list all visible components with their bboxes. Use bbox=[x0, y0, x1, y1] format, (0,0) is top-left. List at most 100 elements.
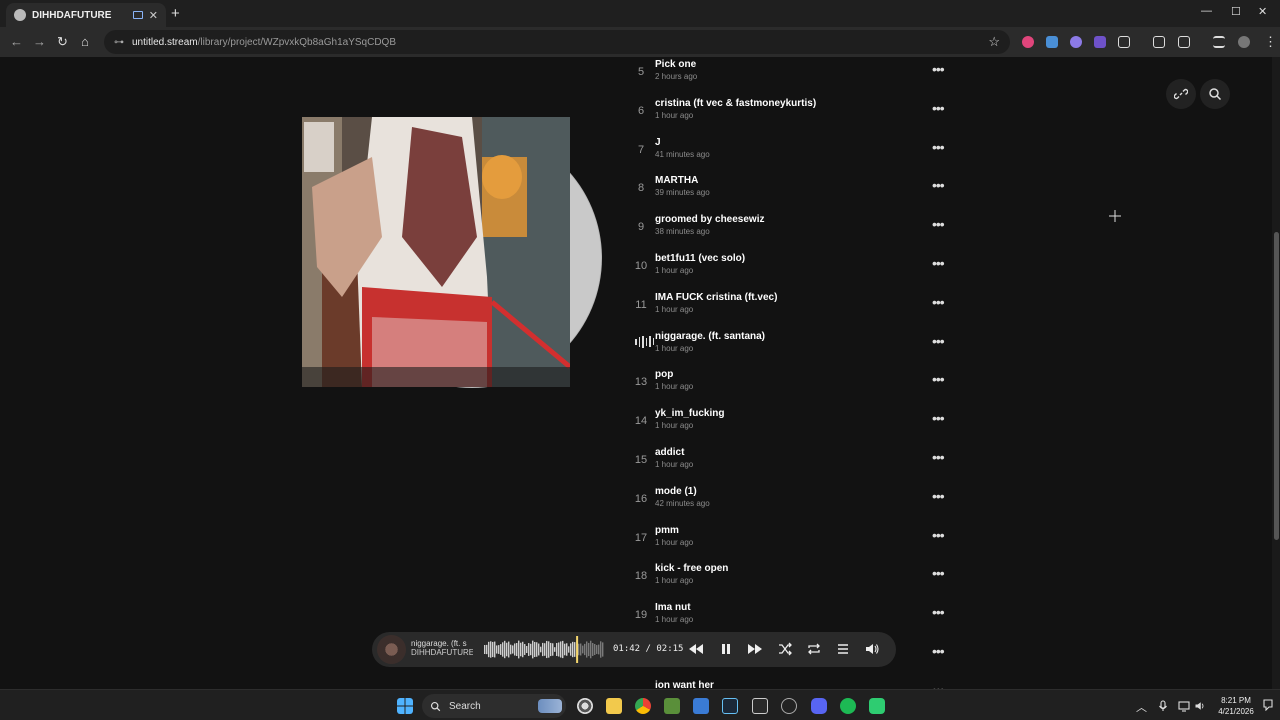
track-more-options-icon[interactable]: ••• bbox=[932, 488, 945, 504]
track-more-options-icon[interactable]: ••• bbox=[932, 100, 945, 116]
track-more-options-icon[interactable]: ••• bbox=[932, 61, 945, 77]
track-title[interactable]: kick - free open bbox=[655, 563, 728, 574]
chrome-icon[interactable] bbox=[635, 698, 651, 714]
site-info-icon[interactable]: ⊶ bbox=[114, 37, 124, 48]
queue-button[interactable] bbox=[835, 641, 851, 657]
forward-icon[interactable]: → bbox=[33, 34, 46, 49]
epic-games-icon[interactable] bbox=[752, 698, 768, 714]
volume-button[interactable] bbox=[864, 641, 880, 657]
track-row[interactable]: 16 mode (1) 42 minutes ago ••• bbox=[630, 485, 950, 523]
track-more-options-icon[interactable]: ••• bbox=[932, 255, 945, 271]
track-title[interactable]: groomed by cheesewiz bbox=[655, 214, 764, 225]
track-title[interactable]: bet1fu11 (vec solo) bbox=[655, 253, 745, 264]
track-more-options-icon[interactable]: ••• bbox=[932, 643, 945, 659]
fast-forward-button[interactable] bbox=[747, 641, 763, 657]
track-row[interactable]: 11 IMA FUCK cristina (ft.vec) 1 hour ago ••… bbox=[630, 291, 950, 329]
search-button[interactable] bbox=[1200, 79, 1230, 109]
track-more-options-icon[interactable]: ••• bbox=[932, 565, 945, 581]
track-row[interactable]: 13 pop 1 hour ago ••• bbox=[630, 368, 950, 406]
address-bar[interactable]: ⊶ untitled.stream/library/project/WZpvxk… bbox=[104, 30, 1010, 54]
profile-avatar-icon[interactable] bbox=[1238, 36, 1250, 48]
track-title[interactable]: Ima nut bbox=[655, 602, 691, 613]
repeat-button[interactable] bbox=[806, 641, 822, 657]
track-row[interactable]: 15 addict 1 hour ago ••• bbox=[630, 446, 950, 484]
menu-kebab-icon[interactable]: ⋮ bbox=[1264, 34, 1277, 50]
track-row[interactable]: 8 MARTHA 39 minutes ago ••• bbox=[630, 174, 950, 212]
track-row[interactable]: 5 Pick one 2 hours ago ••• bbox=[630, 58, 950, 96]
extension-3-icon[interactable] bbox=[1070, 36, 1082, 48]
notifications-icon[interactable] bbox=[1262, 699, 1274, 711]
track-title[interactable]: yk_im_fucking bbox=[655, 408, 724, 419]
track-more-options-icon[interactable]: ••• bbox=[932, 333, 945, 349]
track-more-options-icon[interactable]: ••• bbox=[932, 294, 945, 310]
tab-search-icon[interactable] bbox=[1153, 36, 1165, 48]
track-title[interactable]: J bbox=[655, 137, 661, 148]
discord-icon[interactable] bbox=[811, 698, 827, 714]
track-more-options-icon[interactable]: ••• bbox=[932, 216, 945, 232]
new-tab-button[interactable]: + bbox=[171, 5, 180, 22]
pause-button[interactable] bbox=[718, 641, 734, 657]
extension-2-icon[interactable] bbox=[1046, 36, 1058, 48]
close-window-button[interactable]: ✕ bbox=[1258, 5, 1267, 18]
spotify-icon[interactable] bbox=[840, 698, 856, 714]
player-artist[interactable]: DIHHDAFUTURE bbox=[411, 648, 473, 657]
track-title[interactable]: addict bbox=[655, 447, 684, 458]
tab-close-icon[interactable]: ✕ bbox=[149, 9, 158, 22]
track-row[interactable]: 6 cristina (ft vec & fastmoneykurtis) 1 ho… bbox=[630, 97, 950, 135]
microphone-icon[interactable] bbox=[1157, 700, 1169, 712]
track-more-options-icon[interactable]: ••• bbox=[932, 604, 945, 620]
track-more-options-icon[interactable]: ••• bbox=[932, 139, 945, 155]
track-title[interactable]: mode (1) bbox=[655, 486, 697, 497]
track-row[interactable]: 7 J 41 minutes ago ••• bbox=[630, 136, 950, 174]
track-title[interactable]: niggarage. (ft. santana) bbox=[655, 331, 765, 342]
track-more-options-icon[interactable]: ••• bbox=[932, 449, 945, 465]
minimize-button[interactable]: — bbox=[1201, 5, 1212, 17]
track-title[interactable]: pop bbox=[655, 369, 673, 380]
track-more-options-icon[interactable]: ••• bbox=[932, 371, 945, 387]
logitech-icon[interactable] bbox=[781, 698, 797, 714]
scrollbar-thumb[interactable] bbox=[1274, 232, 1279, 540]
track-title[interactable]: MARTHA bbox=[655, 175, 698, 186]
app-green-icon[interactable] bbox=[869, 698, 885, 714]
track-row[interactable]: 10 bet1fu11 (vec solo) 1 hour ago ••• bbox=[630, 252, 950, 290]
copy-link-button[interactable] bbox=[1166, 79, 1196, 109]
track-title[interactable]: IMA FUCK cristina (ft.vec) bbox=[655, 292, 777, 303]
player-track-title[interactable]: niggarage. (ft. s bbox=[411, 639, 473, 648]
track-title[interactable]: cristina (ft vec & fastmoneykurtis) bbox=[655, 98, 816, 109]
rewind-button[interactable] bbox=[688, 641, 704, 657]
track-row[interactable]: niggarage. (ft. santana) 1 hour ago ••• bbox=[630, 330, 950, 368]
track-title[interactable]: pmm bbox=[655, 525, 679, 536]
browser-tab[interactable]: DIHHDAFUTURE ✕ bbox=[6, 3, 166, 27]
track-row[interactable]: 14 yk_im_fucking 1 hour ago ••• bbox=[630, 407, 950, 445]
waveform-seekbar[interactable] bbox=[484, 636, 606, 663]
reading-mode-icon[interactable] bbox=[1178, 36, 1190, 48]
reload-icon[interactable]: ↻ bbox=[57, 34, 68, 50]
photos-icon[interactable] bbox=[693, 698, 709, 714]
media-controls-icon[interactable] bbox=[1213, 36, 1225, 48]
track-more-options-icon[interactable]: ••• bbox=[932, 177, 945, 193]
twitch-extension-icon[interactable] bbox=[1094, 36, 1106, 48]
extensions-puzzle-icon[interactable] bbox=[1118, 36, 1130, 48]
taskbar-search[interactable]: Search bbox=[422, 694, 566, 718]
track-row[interactable]: 18 kick - free open 1 hour ago ••• bbox=[630, 562, 950, 600]
track-title[interactable]: Pick one bbox=[655, 59, 696, 70]
shuffle-button[interactable] bbox=[777, 641, 793, 657]
track-row[interactable]: 9 groomed by cheesewiz 38 minutes ago ••• bbox=[630, 213, 950, 251]
track-more-options-icon[interactable]: ••• bbox=[932, 527, 945, 543]
playhead-marker[interactable] bbox=[576, 636, 579, 663]
home-icon[interactable]: ⌂ bbox=[81, 34, 89, 49]
steam-icon[interactable] bbox=[722, 698, 738, 714]
player-artwork[interactable] bbox=[377, 635, 406, 664]
maximize-button[interactable]: ☐ bbox=[1231, 5, 1241, 18]
track-row[interactable]: 17 pmm 1 hour ago ••• bbox=[630, 524, 950, 562]
tab-media-icon[interactable] bbox=[132, 11, 143, 19]
system-clock[interactable]: 8:21 PM 4/21/2026 bbox=[1214, 695, 1258, 717]
tray-overflow-icon[interactable]: ︿ bbox=[1136, 699, 1147, 715]
speaker-icon[interactable] bbox=[1194, 700, 1206, 712]
bookmark-star-icon[interactable]: ☆ bbox=[988, 34, 1000, 50]
network-icon[interactable] bbox=[1178, 700, 1190, 712]
minecraft-icon[interactable] bbox=[664, 698, 680, 714]
file-explorer-icon[interactable] bbox=[606, 698, 622, 714]
back-icon[interactable]: ← bbox=[10, 34, 23, 49]
settings-gear-icon[interactable] bbox=[577, 698, 593, 714]
